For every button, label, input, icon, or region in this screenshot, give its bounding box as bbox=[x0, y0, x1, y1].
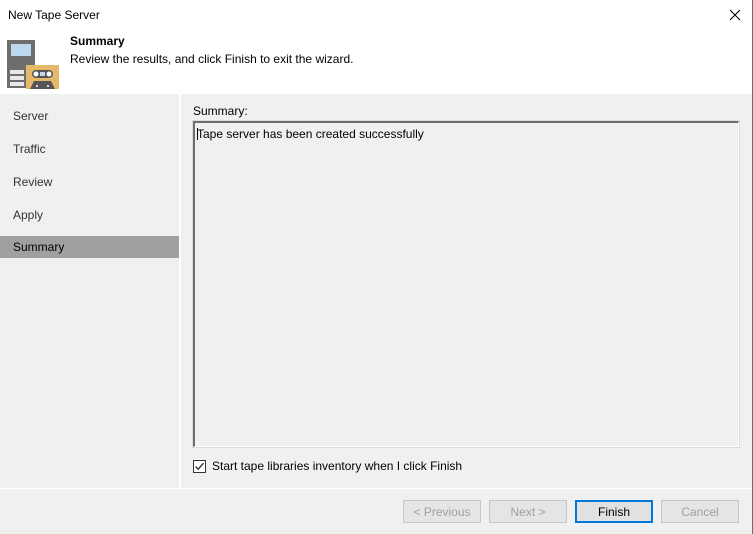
sidebar-item-review[interactable]: Review bbox=[0, 171, 179, 193]
finish-button[interactable]: Finish bbox=[575, 500, 653, 523]
cancel-button[interactable]: Cancel bbox=[661, 500, 739, 523]
sidebar-item-summary[interactable]: Summary bbox=[0, 236, 179, 258]
summary-label: Summary: bbox=[193, 104, 248, 118]
wizard-footer: < Previous Next > Finish Cancel bbox=[0, 489, 752, 534]
page-subtitle: Review the results, and click Finish to … bbox=[70, 52, 354, 66]
next-button[interactable]: Next > bbox=[489, 500, 567, 523]
sidebar-item-server[interactable]: Server bbox=[0, 105, 179, 127]
tape-server-icon bbox=[7, 40, 59, 89]
wizard-window: New Tape Server Summary Review the resul… bbox=[0, 0, 753, 534]
wizard-steps-sidebar: Server Traffic Review Apply Summary bbox=[0, 94, 179, 488]
title-bar: New Tape Server bbox=[0, 0, 752, 30]
inventory-checkbox[interactable] bbox=[193, 459, 206, 473]
close-icon bbox=[729, 9, 741, 21]
summary-content: Summary: Tape server has been created su… bbox=[181, 94, 752, 488]
summary-text: Tape server has been created successfull… bbox=[197, 127, 424, 141]
inventory-checkbox-row[interactable]: Start tape libraries inventory when I cl… bbox=[193, 458, 462, 474]
sidebar-item-apply[interactable]: Apply bbox=[0, 204, 179, 226]
window-title: New Tape Server bbox=[8, 8, 100, 22]
page-title: Summary bbox=[70, 34, 125, 48]
sidebar-item-traffic[interactable]: Traffic bbox=[0, 138, 179, 160]
summary-textarea[interactable]: Tape server has been created successfull… bbox=[192, 120, 740, 448]
close-button[interactable] bbox=[718, 0, 752, 30]
checkmark-icon bbox=[195, 462, 204, 470]
previous-button[interactable]: < Previous bbox=[403, 500, 481, 523]
inventory-checkbox-label: Start tape libraries inventory when I cl… bbox=[212, 459, 463, 473]
wizard-header: Summary Review the results, and click Fi… bbox=[0, 30, 752, 94]
